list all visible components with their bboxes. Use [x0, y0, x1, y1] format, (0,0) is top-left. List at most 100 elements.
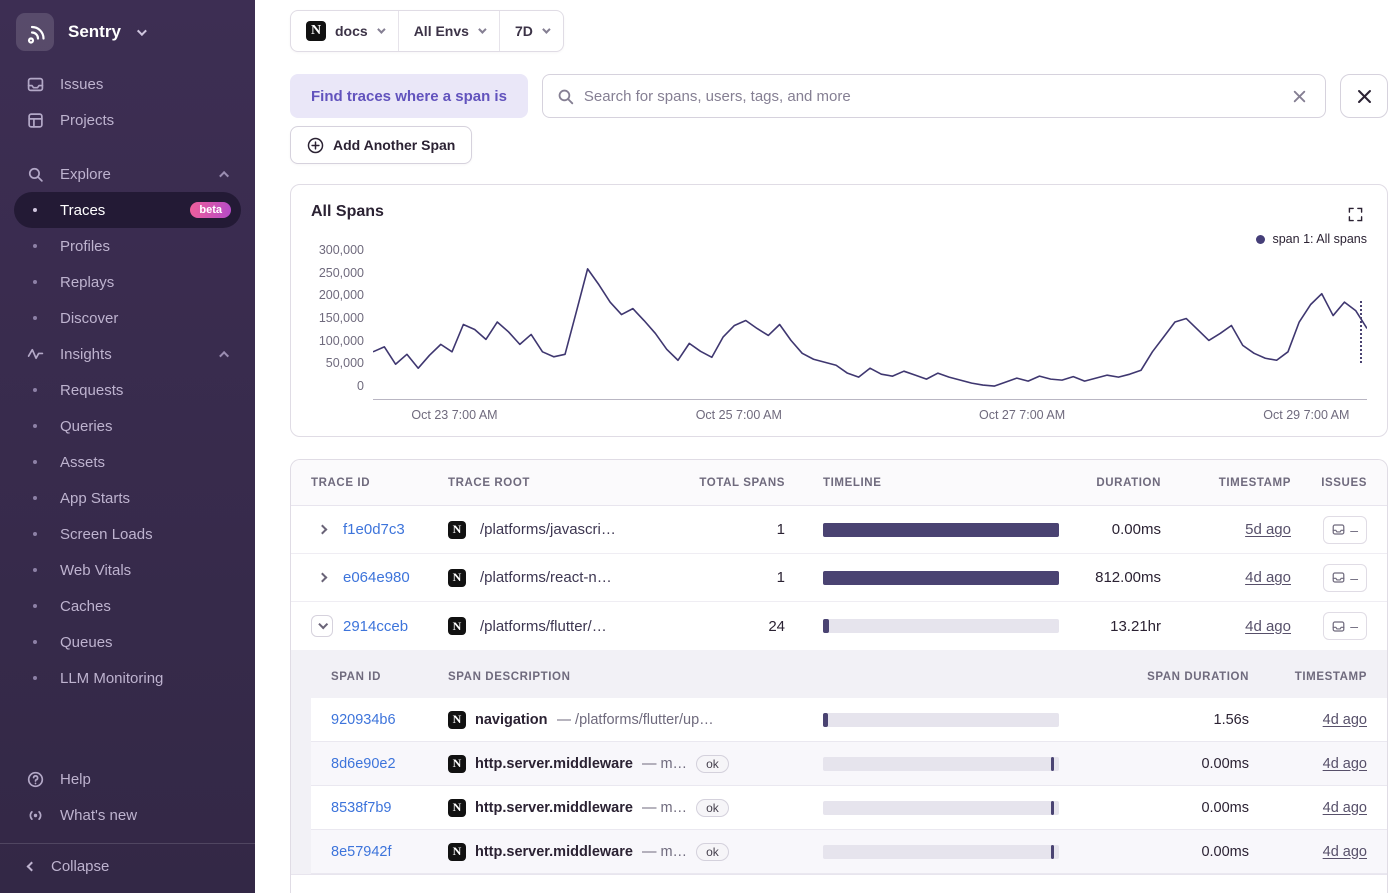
collapse-label: Collapse: [51, 858, 110, 875]
sidebar-item-label: Replays: [60, 273, 115, 291]
sidebar-item-traces[interactable]: Traces beta: [14, 192, 241, 228]
sidebar-item-queues[interactable]: Queues: [14, 624, 241, 660]
legend-dot-icon: [1256, 234, 1266, 244]
timestamp-link[interactable]: 4d ago: [1245, 569, 1291, 586]
expand-row-button[interactable]: [311, 519, 333, 541]
span-id-link[interactable]: 920934b6: [331, 712, 448, 728]
issues-button[interactable]: –: [1323, 563, 1367, 592]
sidebar-item-screen-loads[interactable]: Screen Loads: [14, 516, 241, 552]
sidebar-item-queries[interactable]: Queries: [14, 408, 241, 444]
chart-y-axis: 300,000 250,000 200,000 150,000 100,000 50,00…: [311, 243, 373, 393]
span-table-header: SPAN ID SPAN DESCRIPTION SPAN DURATION T…: [311, 656, 1387, 698]
column-header: TRACE ROOT: [448, 476, 531, 489]
total-spans: 24: [768, 617, 785, 635]
span-row: 8d6e90e2 N http.server.middleware — m… o…: [311, 742, 1387, 786]
sidebar-item-replays[interactable]: Replays: [14, 264, 241, 300]
date-range-filter[interactable]: 7D: [500, 11, 563, 51]
span-timeline-bar: [823, 844, 1059, 859]
sidebar-item-discover[interactable]: Discover: [14, 300, 241, 336]
environment-filter[interactable]: All Envs: [399, 11, 500, 51]
org-switcher[interactable]: Sentry: [0, 0, 255, 66]
sidebar-item-projects[interactable]: Projects: [0, 102, 255, 138]
issues-button[interactable]: –: [1323, 515, 1367, 544]
platform-icon: N: [448, 754, 466, 773]
platform-icon: N: [448, 842, 466, 861]
platform-icon: N: [448, 617, 466, 635]
sidebar-item-profiles[interactable]: Profiles: [14, 228, 241, 264]
x-tick-label: Oct 29 7:00 AM: [1263, 408, 1350, 422]
sidebar-item-whats-new[interactable]: What's new: [0, 797, 255, 833]
add-circle-icon: [307, 137, 324, 154]
sidebar-item-label: What's new: [60, 806, 138, 824]
y-tick-label: 100,000: [318, 333, 364, 348]
timestamp-link[interactable]: 4d ago: [1323, 756, 1367, 772]
y-tick-label: 50,000: [325, 356, 364, 371]
sidebar-item-web-vitals[interactable]: Web Vitals: [14, 552, 241, 588]
project-filter-label: docs: [335, 23, 368, 39]
y-tick-label: 0: [357, 378, 364, 393]
sidebar-section-insights[interactable]: Insights: [0, 336, 255, 372]
sidebar-item-caches[interactable]: Caches: [14, 588, 241, 624]
timestamp-link[interactable]: 5d ago: [1245, 521, 1291, 538]
platform-icon: N: [448, 568, 466, 587]
add-another-span-button[interactable]: Add Another Span: [290, 126, 473, 164]
legend-label: span 1: All spans: [1272, 232, 1367, 246]
sidebar-item-label: Caches: [60, 597, 111, 615]
expand-chart-button[interactable]: [1344, 203, 1367, 226]
span-duration: 1.56s: [1213, 711, 1249, 728]
chevron-left-icon: [26, 861, 37, 872]
timestamp-link[interactable]: 4d ago: [1323, 712, 1367, 728]
trace-id-link[interactable]: f1e0d7c3: [343, 521, 405, 538]
sidebar: Sentry Issues Projects Explore Traces be…: [0, 0, 255, 893]
environment-filter-label: All Envs: [413, 23, 469, 39]
beta-badge: beta: [190, 202, 231, 218]
remove-span-filter-button[interactable]: [1340, 74, 1388, 118]
span-description: — m…: [641, 843, 688, 860]
timestamp-link[interactable]: 4d ago: [1323, 844, 1367, 860]
y-tick-label: 200,000: [318, 288, 364, 303]
span-id-link[interactable]: 8538f7b9: [331, 800, 448, 816]
spans-line-chart: [373, 250, 1367, 399]
column-header: SPAN DURATION: [1147, 671, 1249, 683]
column-header: TOTAL SPANS: [699, 476, 785, 489]
sidebar-item-app-starts[interactable]: App Starts: [14, 480, 241, 516]
brand-name: Sentry: [68, 22, 121, 41]
trace-root: /platforms/react-n…: [480, 569, 612, 586]
spans-series-path: [373, 269, 1367, 386]
platform-icon: N: [448, 798, 466, 817]
timestamp-link[interactable]: 4d ago: [1245, 618, 1291, 635]
span-description: — m…: [641, 799, 688, 816]
clear-search-icon[interactable]: [1288, 85, 1311, 108]
sidebar-item-requests[interactable]: Requests: [14, 372, 241, 408]
collapse-row-button[interactable]: [311, 615, 333, 637]
chart-x-axis: Oct 23 7:00 AM Oct 25 7:00 AM Oct 27 7:00 …: [373, 400, 1367, 428]
column-header: TIMESTAMP: [1294, 671, 1367, 683]
project-platform-icon: N: [306, 21, 326, 41]
trace-table-header: TRACE ID TRACE ROOT TOTAL SPANS TIMELINE…: [291, 460, 1387, 506]
sidebar-item-issues[interactable]: Issues: [0, 66, 255, 102]
sidebar-item-assets[interactable]: Assets: [14, 444, 241, 480]
timestamp-link[interactable]: 4d ago: [1323, 800, 1367, 816]
sidebar-item-llm-monitoring[interactable]: LLM Monitoring: [14, 660, 241, 696]
trace-id-link[interactable]: e064e980: [343, 569, 410, 586]
trace-id-link[interactable]: 2914cceb: [343, 618, 408, 635]
span-timeline-bar: [823, 800, 1059, 815]
bullet-icon: [26, 280, 44, 284]
section-label: Insights: [60, 345, 112, 363]
total-spans: 1: [776, 521, 785, 538]
sidebar-item-help[interactable]: Help: [0, 761, 255, 797]
bullet-icon: [26, 460, 44, 464]
issues-count: –: [1350, 569, 1358, 586]
span-id-link[interactable]: 8d6e90e2: [331, 756, 448, 772]
sidebar-collapse-button[interactable]: Collapse: [0, 843, 255, 893]
sidebar-section-explore[interactable]: Explore: [0, 156, 255, 192]
issues-button[interactable]: –: [1323, 612, 1367, 640]
span-op: http.server.middleware: [475, 843, 633, 860]
sidebar-item-label: Web Vitals: [60, 561, 132, 579]
span-search-input[interactable]: [583, 87, 1278, 105]
span-id-link[interactable]: 8e57942f: [331, 844, 448, 860]
expand-row-button[interactable]: [311, 567, 333, 589]
project-filter[interactable]: N docs: [291, 11, 399, 51]
span-duration: 0.00ms: [1201, 755, 1249, 772]
trace-table: TRACE ID TRACE ROOT TOTAL SPANS TIMELINE…: [290, 459, 1388, 893]
